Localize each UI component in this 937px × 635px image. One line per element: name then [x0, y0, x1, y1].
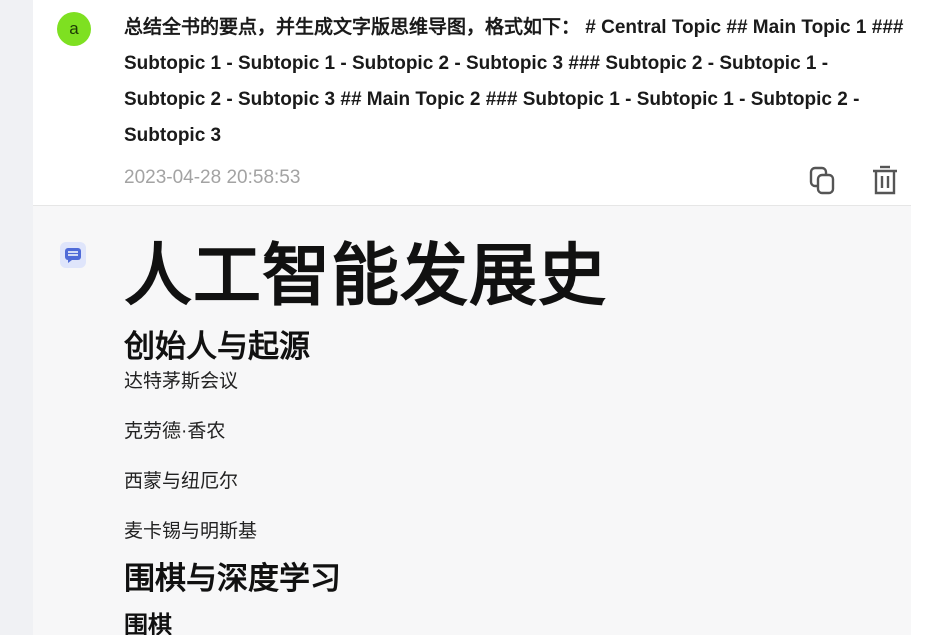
assistant-content: 人工智能发展史 创始人与起源 达特茅斯会议 克劳德·香农 西蒙与纽厄尔 麦卡锡与…: [124, 226, 894, 635]
mindmap-title: 人工智能发展史: [124, 238, 608, 314]
list-item: 达特茅斯会议: [124, 371, 239, 392]
message-timestamp: 2023-04-28 20:58:53: [124, 167, 301, 188]
list-item: 克劳德·香农: [124, 421, 226, 442]
trash-icon: [873, 165, 897, 195]
copy-icon: [809, 166, 835, 195]
sidebar-strip: [0, 0, 33, 635]
chat-bubble-icon: [60, 242, 86, 268]
copy-button[interactable]: [804, 162, 840, 198]
user-prompt-text: 总结全书的要点，并生成文字版思维导图，格式如下： # Central Topic…: [124, 17, 904, 146]
list-item: 西蒙与纽厄尔: [124, 471, 239, 492]
right-margin: [911, 0, 937, 635]
delete-button[interactable]: [867, 162, 903, 198]
section-heading: 创始人与起源: [124, 329, 310, 364]
subsection-heading: 围棋: [124, 612, 172, 635]
user-avatar: a: [57, 12, 91, 46]
assistant-message: 人工智能发展史 创始人与起源 达特茅斯会议 克劳德·香农 西蒙与纽厄尔 麦卡锡与…: [33, 206, 911, 635]
list-item: 麦卡锡与明斯基: [124, 521, 258, 542]
user-message: a 总结全书的要点，并生成文字版思维导图，格式如下： # Central Top…: [33, 0, 911, 206]
section-heading: 围棋与深度学习: [124, 561, 341, 596]
